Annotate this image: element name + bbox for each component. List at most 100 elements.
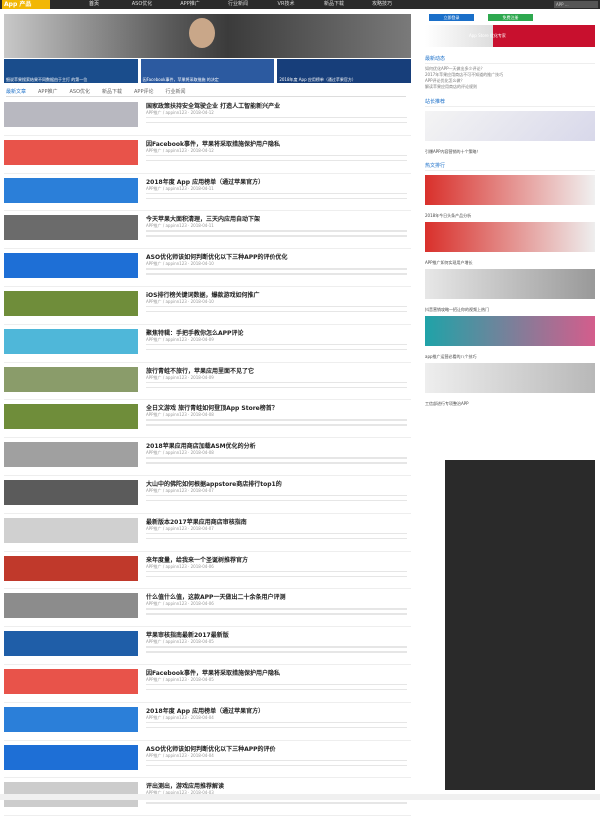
article-title[interactable]: 因Facebook事件，苹果将采取措施保护用户隐私 xyxy=(146,139,280,148)
list-item[interactable]: 2018年度 App 应用榜单（通过苹果官方） APP推广 / appinn123… xyxy=(4,703,411,741)
article-title[interactable]: 评出测出，游戏应用推荐解读 xyxy=(146,781,224,790)
article-meta: APP推广 / appinn123 · 2018-04-09 xyxy=(146,336,214,342)
article-thumbnail[interactable] xyxy=(4,290,138,316)
sidebar-post-title[interactable]: 引爆APP内容营销的十个策略！ xyxy=(425,149,595,154)
tab-aso[interactable]: ASO优化 xyxy=(69,88,90,96)
article-thumbnail[interactable] xyxy=(4,442,138,468)
nav-item-news[interactable]: 行业新闻 xyxy=(214,0,262,9)
article-thumbnail[interactable] xyxy=(4,253,138,279)
article-title[interactable]: 大山中的佛陀如何根据appstore商店排行top1的 xyxy=(146,479,282,488)
article-title[interactable]: ASO优化师该如何判断优化以下三种APP的评价 xyxy=(146,744,276,753)
nav-item-tips[interactable]: 攻略技巧 xyxy=(358,0,406,9)
article-title[interactable]: 最新版本2017苹果应用商店审核指南 xyxy=(146,517,247,526)
sidebar-post-title[interactable]: 2018年今日头条产品分析 xyxy=(425,213,595,218)
list-item[interactable]: ASO优化师该如何判断优化以下三种APP的评价优化 APP推广 / appinn1… xyxy=(4,249,411,287)
hero-banner[interactable] xyxy=(4,14,411,58)
article-title[interactable]: 2018年度 App 应用榜单（通过苹果官方） xyxy=(146,177,264,186)
sidebar-post[interactable] xyxy=(425,363,595,401)
list-item[interactable]: 2018苹果应用商店加载ASM优化的分析 APP推广 / appinn123 · … xyxy=(4,438,411,476)
sidebar-post-title[interactable]: 抖音营销攻略一招让你的视频上热门 xyxy=(425,307,595,312)
register-button[interactable]: 免费注册 xyxy=(488,14,533,21)
article-excerpt-line xyxy=(146,424,407,426)
list-item[interactable]: 因Facebook事件，苹果将采取措施保护用户隐私 APP推广 / appinn1… xyxy=(4,665,411,703)
article-title[interactable]: 2018年度 App 应用榜单（通过苹果官方） xyxy=(146,706,264,715)
sidebar-post-title[interactable]: app推广运营必看的八个技巧 xyxy=(425,354,595,359)
article-thumbnail[interactable] xyxy=(4,102,138,127)
login-button[interactable]: 立即登录 xyxy=(429,14,474,21)
article-excerpt-line xyxy=(146,268,407,270)
article-thumbnail[interactable] xyxy=(4,517,138,543)
article-title[interactable]: 什么值什么值，这款APP一天做出二十余条用户评测 xyxy=(146,592,285,601)
list-item[interactable]: 最新版本2017苹果应用商店审核指南 APP推广 / appinn123 · 20… xyxy=(4,514,411,552)
list-item[interactable]: 苹果审核指南最新2017最新版 APP推广 / appinn123 · 2018-… xyxy=(4,627,411,665)
featured-thumb[interactable]: 因Facebook事件，苹果将采取措施 的决定 xyxy=(140,59,275,83)
site-logo[interactable]: App 产品 xyxy=(2,0,50,9)
list-item[interactable]: 大山中的佛陀如何根据appstore商店排行top1的 APP推广 / appin… xyxy=(4,476,411,514)
section-title-recommend: 站长推荐 xyxy=(425,98,595,107)
article-thumbnail[interactable] xyxy=(4,215,138,241)
featured-thumb[interactable]: 2018年度 App 应用榜单（通过苹果官方） xyxy=(277,59,412,83)
thumb-caption: 因Facebook事件，苹果将采取措施 的决定 xyxy=(142,77,219,82)
list-item[interactable]: 因Facebook事件，苹果将采取措施保护用户隐私 APP推广 / appinn1… xyxy=(4,136,411,174)
article-thumbnail[interactable] xyxy=(4,744,138,770)
list-item[interactable]: 全日文游戏 旅行青蛙如何登顶App Store榜首？ APP推广 / appinn… xyxy=(4,400,411,439)
tab-news[interactable]: 行业新闻 xyxy=(165,88,185,96)
sidebar-post[interactable] xyxy=(425,175,595,213)
article-title[interactable]: 来年度量，给我来一个圣诞树推荐官方 xyxy=(146,555,248,564)
article-thumbnail[interactable] xyxy=(4,177,138,203)
article-excerpt-line xyxy=(146,117,407,119)
article-title[interactable]: ASO优化师该如何判断优化以下三种APP的评价优化 xyxy=(146,252,288,261)
sidebar-post-title[interactable]: APP推广如何实现用户增长 xyxy=(425,260,595,265)
list-item[interactable]: 来年度量，给我来一个圣诞树推荐官方 APP推广 / appinn123 · 201… xyxy=(4,552,411,590)
sidebar-post[interactable] xyxy=(425,316,595,354)
article-thumbnail[interactable] xyxy=(4,593,138,619)
article-title[interactable]: 因Facebook事件，苹果将采取措施保护用户隐私 xyxy=(146,668,280,677)
section-title-hot: 热文排行 xyxy=(425,162,595,171)
sidebar-post-title[interactable]: 工信部进行专项整治APP xyxy=(425,401,595,406)
list-item[interactable]: 聚焦特辑：手把手教你怎么APP评论 APP推广 / appinn123 · 201… xyxy=(4,325,411,363)
list-item[interactable]: iOS排行榜关键词数据，爆款游戏如何推广 APP推广 / appinn123 · … xyxy=(4,287,411,325)
list-item[interactable]: 今天苹果大面积清理，三天内应用自动下架 APP推广 / appinn123 · 2… xyxy=(4,211,411,250)
article-excerpt-line xyxy=(146,613,407,615)
article-thumbnail[interactable] xyxy=(4,404,138,430)
article-thumbnail[interactable] xyxy=(4,631,138,657)
nav-item-vr[interactable]: VR技术 xyxy=(262,0,310,9)
tab-download[interactable]: 新品下载 xyxy=(102,88,122,96)
tab-review[interactable]: APP评论 xyxy=(134,88,153,96)
article-thumbnail[interactable] xyxy=(4,328,138,354)
list-item[interactable]: 什么值什么值，这款APP一天做出二十余条用户评测 APP推广 / appinn12… xyxy=(4,589,411,628)
article-title[interactable]: 苹果审核指南最新2017最新版 xyxy=(146,630,229,639)
list-item[interactable]: 国家政策扶持安全驾驶企业 打造人工智能新兴产业 APP推广 / appinn123… xyxy=(4,98,411,136)
article-excerpt-line xyxy=(146,721,407,724)
article-thumbnail[interactable] xyxy=(4,479,138,505)
sidebar-post[interactable] xyxy=(425,222,595,260)
article-meta: APP推广 / appinn123 · 2018-04-10 xyxy=(146,298,214,304)
article-title[interactable]: 国家政策扶持安全驾驶企业 打造人工智能新兴产业 xyxy=(146,101,280,110)
sidebar-ad-banner[interactable]: App Store 优化专家 xyxy=(425,25,595,47)
article-thumbnail[interactable] xyxy=(4,706,138,732)
article-thumbnail[interactable] xyxy=(4,668,138,694)
tab-latest[interactable]: 最新文章 xyxy=(6,88,26,96)
sidebar-post[interactable] xyxy=(425,111,595,149)
article-thumbnail[interactable] xyxy=(4,139,138,165)
featured-thumb[interactable]: 细说苹果搜索结果不同数据由于主打 的第一位 xyxy=(4,59,138,83)
nav-item-home[interactable]: 首页 xyxy=(70,0,118,9)
sidebar-post[interactable] xyxy=(425,269,595,307)
nav-item-download[interactable]: 新品下载 xyxy=(310,0,358,9)
list-item[interactable]: ASO优化师该如何判断优化以下三种APP的评价 APP推广 / appinn123… xyxy=(4,741,411,779)
article-title[interactable]: 聚焦特辑：手把手教你怎么APP评论 xyxy=(146,328,243,337)
article-meta: APP推广 / appinn123 · 2018-04-10 xyxy=(146,261,214,267)
list-item[interactable]: 2018年度 App 应用榜单（通过苹果官方） APP推广 / appinn123… xyxy=(4,174,411,212)
feed-item[interactable]: 解读苹果应用商店的评论规则 xyxy=(425,84,595,90)
nav-item-aso[interactable]: ASO优化 xyxy=(118,0,166,9)
tab-promo[interactable]: APP推广 xyxy=(38,88,57,96)
search-input[interactable]: APP ... xyxy=(554,1,598,8)
list-item[interactable]: 旅行青蛙不旅行，苹果应用里面不见了它 APP推广 / appinn123 · 20… xyxy=(4,363,411,401)
article-title[interactable]: 2018苹果应用商店加载ASM优化的分析 xyxy=(146,441,256,450)
article-excerpt-line xyxy=(146,159,407,162)
nav-item-promo[interactable]: APP推广 xyxy=(166,0,214,9)
article-title[interactable]: 旅行青蛙不旅行，苹果应用里面不见了它 xyxy=(146,366,254,375)
article-thumbnail[interactable] xyxy=(4,555,138,581)
article-title[interactable]: iOS排行榜关键词数据，爆款游戏如何推广 xyxy=(146,290,259,299)
article-thumbnail[interactable] xyxy=(4,366,138,392)
